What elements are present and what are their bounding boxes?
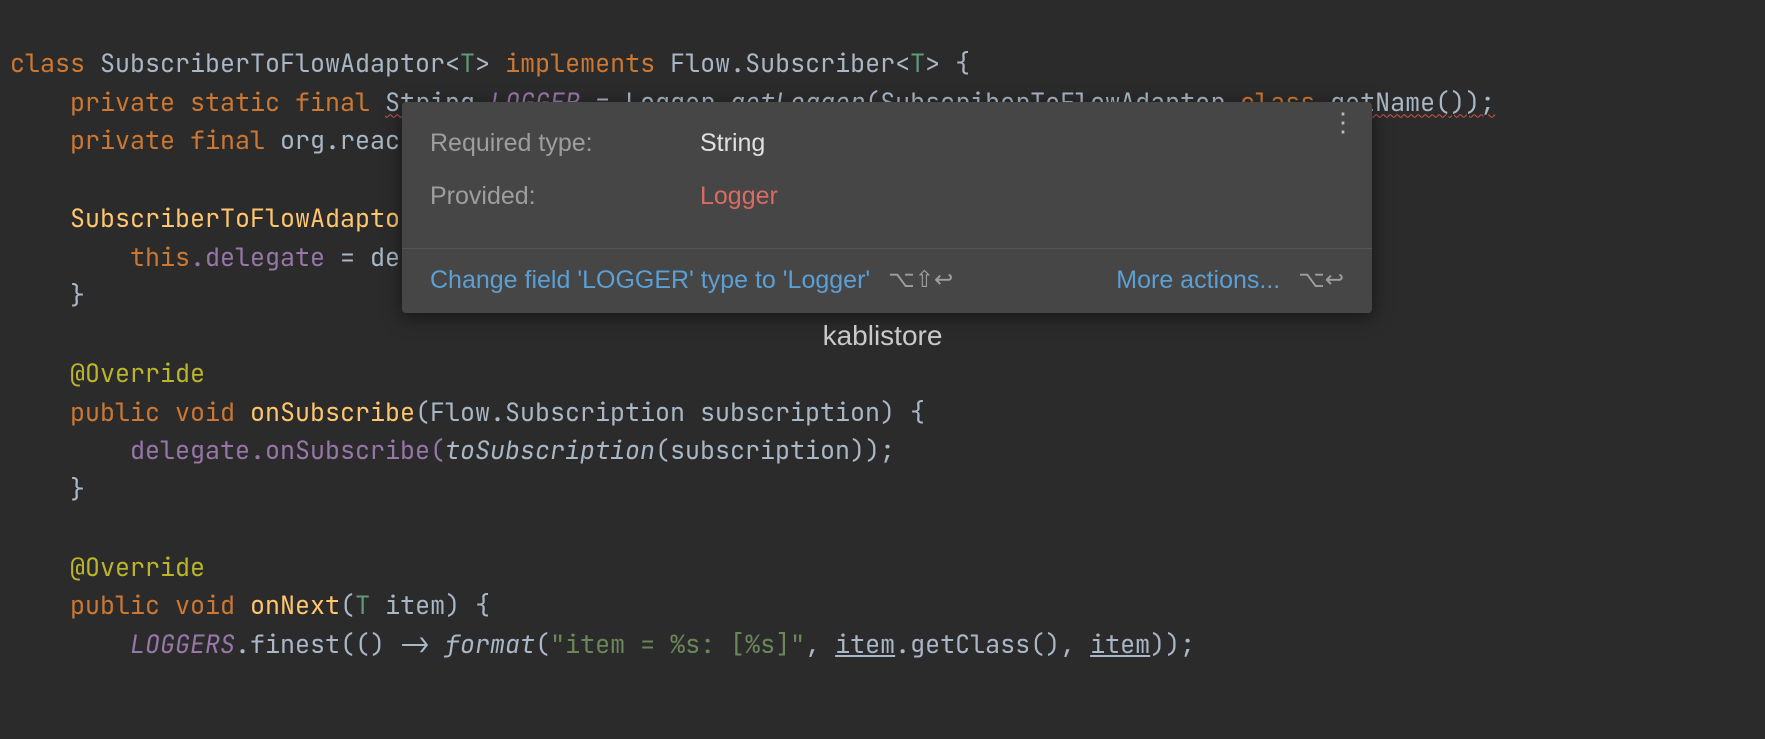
quickfix-shortcut: ⌥⇧↩: [888, 262, 953, 298]
quickfix-link[interactable]: Change field 'LOGGER' type to 'Logger': [430, 261, 870, 300]
code-editor[interactable]: class SubscriberToFlowAdaptor<T> impleme…: [0, 0, 1765, 664]
more-icon[interactable]: ⋮: [1330, 116, 1356, 129]
kw-public-void2: public void: [70, 588, 250, 622]
eq-de: = de: [325, 240, 400, 274]
error-tooltip: ⋮ Required type: String Provided: Logger…: [402, 102, 1372, 313]
classname: SubscriberToFlowAdaptor: [100, 46, 445, 80]
tosubscription: toSubscription: [445, 433, 655, 467]
onnext-paren: (: [340, 588, 355, 622]
brace-close2: }: [70, 472, 85, 506]
constructor-name: SubscriberToFlowAdaptor: [70, 201, 415, 235]
tosub-end: (subscription));: [655, 433, 895, 467]
value-required: String: [700, 124, 765, 163]
format-call: format: [445, 627, 535, 661]
gen-close2: >: [925, 46, 940, 80]
org-reac: org.reac: [280, 123, 400, 157]
brace: {: [940, 46, 970, 80]
kw-private-static-final: private static final: [70, 85, 385, 119]
gen-close: >: [475, 46, 490, 80]
row-provided: Provided: Logger: [430, 177, 1344, 216]
row-required: Required type: String: [430, 124, 1344, 163]
gen-open: <: [445, 46, 460, 80]
getclass-call: .getClass(),: [895, 627, 1090, 661]
tooltip-body: Required type: String Provided: Logger: [402, 102, 1372, 248]
kw-this: this: [130, 240, 190, 274]
comma1: ,: [805, 627, 835, 661]
kw-public-void1: public void: [70, 395, 250, 429]
item-ref2: item: [1090, 627, 1150, 661]
more-actions-shortcut: ⌥↩: [1298, 262, 1344, 298]
method-onsubscribe: onSubscribe: [250, 395, 415, 429]
field-delegate: .delegate: [190, 240, 325, 274]
label-required: Required type:: [430, 124, 700, 163]
kw-class: class: [10, 46, 100, 80]
type-param2: T: [910, 46, 925, 80]
kw-implements: implements: [490, 46, 670, 80]
onsub-params: (Flow.Subscription subscription) {: [415, 395, 925, 429]
annotation-override2: @Override: [70, 550, 205, 584]
onnext-T: T: [355, 588, 370, 622]
brace-close1: }: [70, 278, 85, 312]
fmt-string: "item = %s: [%s]": [550, 627, 805, 661]
more-actions-link[interactable]: More actions...: [1116, 261, 1280, 300]
annotation-override1: @Override: [70, 356, 205, 390]
tail-paren: ));: [1150, 627, 1195, 661]
type-param: T: [460, 46, 475, 80]
delegate-call: delegate.onSubscribe(: [130, 433, 445, 467]
method-onnext: onNext: [250, 588, 340, 622]
loggers-field: LOGGERS: [130, 627, 235, 661]
gen-open2: <: [895, 46, 910, 80]
value-provided: Logger: [700, 177, 778, 216]
label-provided: Provided:: [430, 177, 700, 216]
impl-type: Flow.Subscriber: [670, 46, 895, 80]
kw-private-final: private final: [70, 123, 280, 157]
item-ref1: item: [835, 627, 895, 661]
finest-call: .finest(() ->: [235, 627, 445, 661]
tooltip-actions: Change field 'LOGGER' type to 'Logger' ⌥…: [402, 248, 1372, 314]
onnext-rest: item) {: [370, 588, 490, 622]
fmt-open: (: [535, 627, 550, 661]
